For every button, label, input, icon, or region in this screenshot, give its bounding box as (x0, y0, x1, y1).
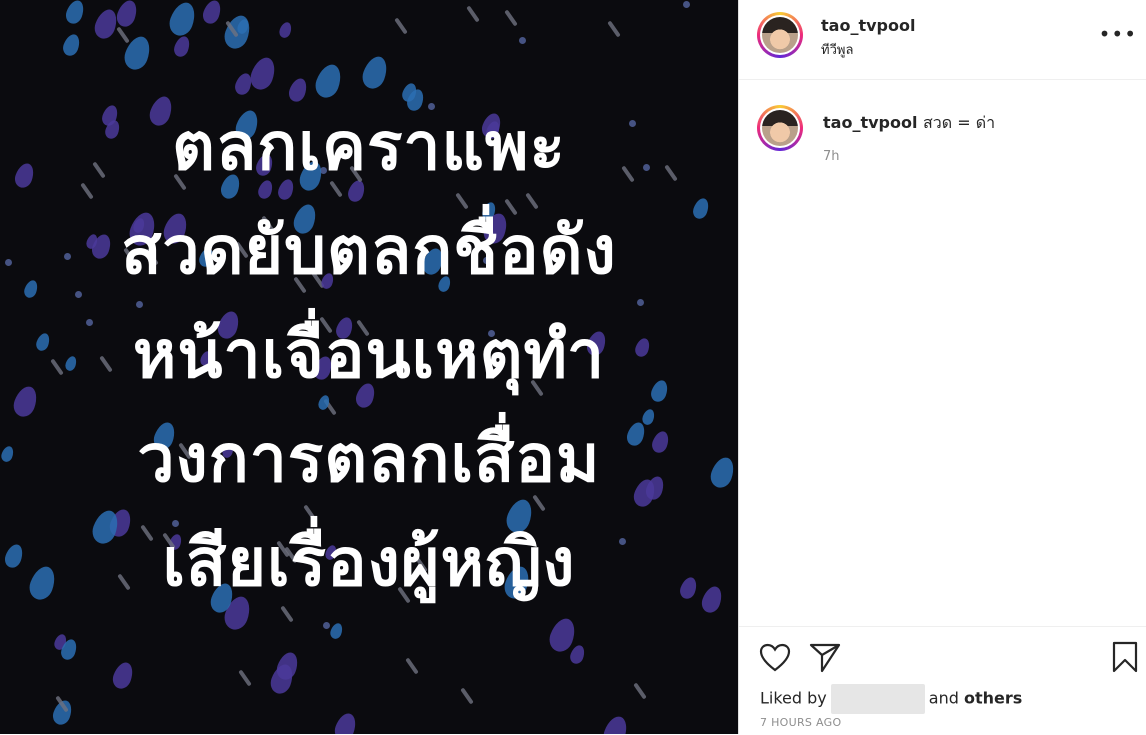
rain-streak (116, 26, 130, 44)
rain-drop (200, 0, 224, 27)
caption-time[interactable]: 7h (823, 149, 840, 164)
post-header: tao_tvpool ทีวีพูล ••• (739, 0, 1146, 80)
rain-drop (568, 643, 587, 666)
liked-by-suffix: and (928, 688, 959, 708)
post-image[interactable]: ตลกเคราแพะ สวดยับตลกชื่อดัง หน้าเจื่อนเห… (0, 0, 738, 734)
liked-by-user-redacted[interactable] (830, 684, 925, 714)
rain-drop (113, 0, 141, 30)
liked-by-others-link[interactable]: others (964, 689, 1022, 708)
rain-streak (607, 20, 621, 38)
more-options-icon[interactable]: ••• (1099, 22, 1137, 46)
rain-dot (323, 622, 330, 629)
poster-text: ตลกเคราแพะ สวดยับตลกชื่อดัง หน้าเจื่อนเห… (0, 95, 738, 615)
send-icon[interactable] (809, 641, 841, 673)
poster-line-2: สวดยับตลกชื่อดัง (121, 212, 617, 289)
caption-avatar[interactable] (757, 105, 803, 151)
rain-drop (600, 713, 631, 734)
rain-streak (405, 657, 419, 675)
rain-streak (460, 687, 474, 705)
rain-drop (277, 20, 294, 40)
rain-drop (328, 621, 345, 641)
rain-streak (633, 682, 647, 700)
rain-streak (238, 669, 252, 687)
rain-dot (519, 37, 526, 44)
liked-by-prefix: Liked by (760, 688, 827, 708)
rain-drop (331, 710, 360, 734)
username-link[interactable]: tao_tvpool (821, 16, 915, 35)
rain-drop (109, 659, 137, 692)
caption-username-link[interactable]: tao_tvpool (823, 113, 917, 132)
bookmark-icon[interactable] (1111, 641, 1139, 673)
rain-drop (91, 6, 121, 42)
poster-line-1: ตลกเคราแพะ (172, 108, 566, 185)
post-actions: Liked by and others 7 HOURS AGO (739, 626, 1146, 735)
rain-streak (394, 17, 408, 35)
caption: tao_tvpool สวด = ด่า (823, 111, 995, 136)
rain-drop (165, 0, 200, 39)
rain-streak (466, 5, 480, 23)
poster-line-3: หน้าเจื่อนเหตุทำ (132, 316, 606, 393)
poster-line-4: วงการตลกเสื่อม (137, 420, 601, 497)
post-timestamp[interactable]: 7 HOURS AGO (760, 716, 841, 729)
avatar[interactable] (757, 12, 803, 58)
rain-drop (63, 0, 87, 27)
poster-line-5: เสียเรื่องผู้หญิง (162, 524, 576, 601)
heart-icon[interactable] (759, 643, 791, 673)
rain-streak (504, 9, 518, 27)
post-side-panel: tao_tvpool ทีวีพูล ••• tao_tvpool สวด = … (738, 0, 1146, 734)
rain-drop (171, 34, 193, 59)
rain-drop (359, 53, 391, 92)
caption-text: สวด = ด่า (923, 113, 996, 132)
rain-drop (247, 54, 279, 93)
rain-dot (683, 1, 690, 8)
location-link[interactable]: ทีวีพูล (821, 39, 853, 60)
rain-drop (60, 32, 83, 58)
liked-by: Liked by and others (760, 684, 1022, 714)
